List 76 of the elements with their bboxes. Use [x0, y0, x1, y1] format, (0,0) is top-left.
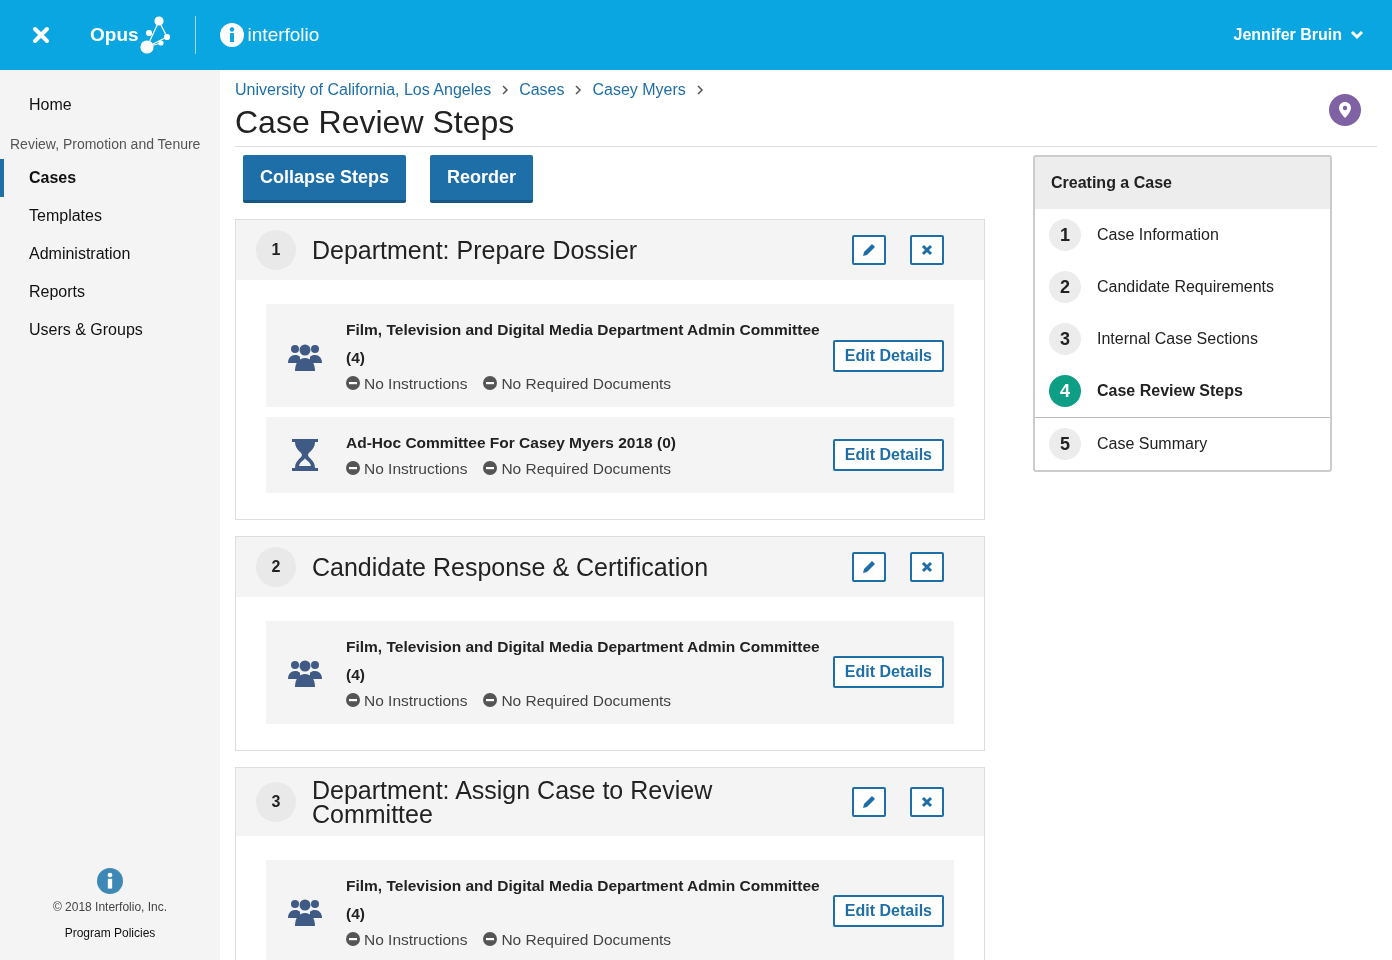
delete-button[interactable] — [910, 551, 944, 582]
minus-circle-icon — [483, 931, 498, 946]
pin-icon — [1339, 102, 1351, 118]
panel-title: Creating a Case — [1035, 157, 1330, 209]
breadcrumb-link[interactable]: Casey Myers — [592, 78, 686, 102]
pencil-icon — [862, 794, 876, 809]
toolbar-button[interactable]: Reorder — [430, 155, 534, 203]
step-title: Candidate Response & Certification — [312, 554, 709, 579]
sidebar-item[interactable]: Users & Groups — [0, 311, 220, 349]
page-title: Case Review Steps — [235, 106, 516, 138]
program-policies-link[interactable]: Program Policies — [64, 924, 156, 942]
wizard-step[interactable]: 1 Case Information — [1035, 209, 1330, 261]
delete-icon — [921, 795, 933, 808]
breadcrumb-link[interactable]: University of California, Los Angeles — [235, 78, 492, 102]
edit-details-button[interactable]: Edit Details — [832, 438, 944, 471]
section-heading: Review, Promotion and Tenure — [9, 135, 202, 154]
app-name: Opus — [90, 22, 139, 47]
location-pin-button[interactable] — [1329, 94, 1361, 126]
delete-button[interactable] — [910, 235, 944, 265]
pencil-icon — [862, 559, 876, 574]
wizard-step[interactable]: 5 Case Summary — [1035, 418, 1330, 470]
molecule-icon — [138, 15, 171, 55]
hourglass-icon — [292, 438, 318, 471]
step-number: 3 — [256, 781, 296, 822]
chevron-right-icon — [695, 85, 704, 95]
edit-details-button[interactable]: Edit Details — [832, 895, 944, 928]
step-number: 2 — [256, 546, 296, 587]
breadcrumb-link[interactable]: Cases — [519, 78, 565, 102]
no-documents-label: No Required Documents — [483, 457, 672, 481]
no-documents-label: No Required Documents — [483, 372, 672, 396]
info-icon — [219, 23, 244, 47]
delete-button[interactable] — [910, 786, 944, 817]
minus-circle-icon — [483, 692, 498, 707]
no-instructions-label: No Instructions — [346, 927, 468, 951]
close-icon[interactable] — [32, 26, 50, 44]
minus-circle-icon — [346, 931, 360, 946]
copyright-text: © 2018 Interfolio, Inc. — [51, 899, 169, 916]
chevron-down-icon — [1350, 30, 1364, 40]
no-instructions-label: No Instructions — [346, 457, 468, 481]
step-title: Department: Prepare Dossier — [312, 238, 638, 262]
wizard-step[interactable]: 4 Case Review Steps — [1035, 365, 1330, 418]
sidebar-item[interactable]: Cases — [0, 159, 220, 197]
info-icon — [97, 868, 123, 894]
no-documents-label: No Required Documents — [483, 927, 672, 951]
no-documents-label: No Required Documents — [483, 688, 672, 712]
step-title: Department: Assign Case to Review Committee — [312, 777, 714, 826]
wizard-step[interactable]: 2 Candidate Requirements — [1035, 261, 1330, 313]
minus-circle-icon — [483, 376, 498, 390]
minus-circle-icon — [483, 461, 498, 476]
no-instructions-label: No Instructions — [346, 372, 468, 396]
edit-details-button[interactable]: Edit Details — [832, 339, 944, 372]
committee-name: Film, Television and Digital Media Department Admin Committee (4) — [346, 320, 821, 368]
chevron-right-icon — [574, 85, 583, 95]
step-number: 1 — [256, 230, 296, 270]
minus-circle-icon — [346, 376, 360, 390]
edit-button[interactable] — [852, 551, 886, 582]
wizard-step[interactable]: 3 Internal Case Sections — [1035, 313, 1330, 365]
sidebar-item[interactable]: Reports — [0, 273, 220, 311]
delete-icon — [921, 244, 933, 256]
delete-icon — [921, 560, 933, 573]
sidebar-item[interactable]: Home — [0, 86, 220, 124]
no-instructions-label: No Instructions — [346, 688, 468, 712]
edit-button[interactable] — [852, 235, 886, 265]
sidebar-item[interactable]: Templates — [0, 197, 220, 235]
toolbar-button[interactable]: Collapse Steps — [243, 155, 407, 203]
edit-details-button[interactable]: Edit Details — [832, 656, 944, 689]
committee-name: Film, Television and Digital Media Department Admin Committee (4) — [346, 875, 821, 924]
brand-name: interfolio — [247, 22, 320, 47]
chevron-right-icon — [501, 85, 510, 95]
minus-circle-icon — [346, 692, 360, 707]
minus-circle-icon — [346, 461, 360, 476]
pencil-icon — [862, 243, 876, 257]
sidebar-item[interactable]: Administration — [0, 235, 220, 273]
committee-name: Film, Television and Digital Media Department Admin Committee (4) — [346, 636, 821, 685]
edit-button[interactable] — [852, 786, 886, 817]
committee-name: Ad-Hoc Committee For Casey Myers 2018 (0) — [346, 433, 676, 454]
